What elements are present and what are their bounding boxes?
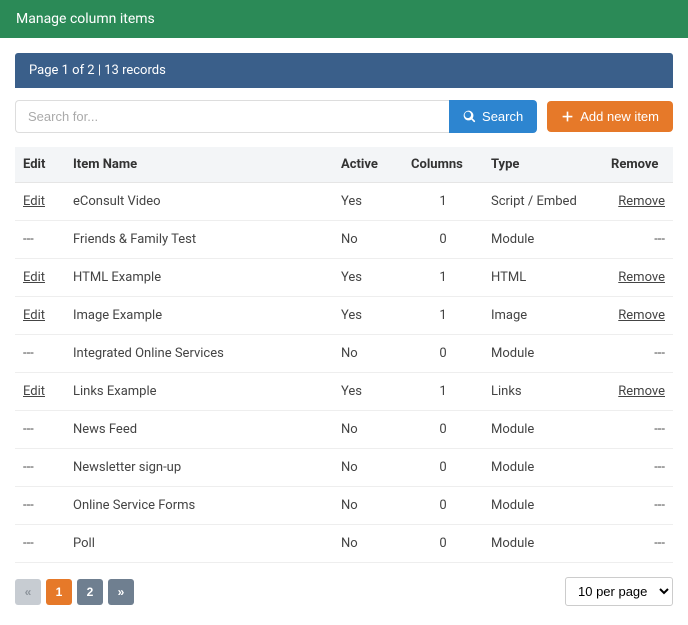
edit-cell-empty: ---: [15, 411, 65, 449]
search-group: Search: [15, 100, 537, 133]
item-name-cell: Newsletter sign-up: [65, 449, 333, 487]
col-header-edit: Edit: [15, 147, 65, 183]
columns-cell: 0: [403, 411, 483, 449]
remove-cell-empty: ---: [603, 221, 673, 259]
remove-link[interactable]: Remove: [618, 308, 665, 323]
columns-cell: 1: [403, 259, 483, 297]
edit-link[interactable]: Edit: [23, 270, 45, 285]
table-row: ---Newsletter sign-upNo0Module---: [15, 449, 673, 487]
table-row: ---News FeedNo0Module---: [15, 411, 673, 449]
active-cell: Yes: [333, 259, 403, 297]
col-header-type: Type: [483, 147, 603, 183]
col-header-active: Active: [333, 147, 403, 183]
type-cell: HTML: [483, 259, 603, 297]
item-name-cell: Image Example: [65, 297, 333, 335]
table-row: ---PollNo0Module---: [15, 525, 673, 563]
remove-cell-empty: ---: [603, 411, 673, 449]
col-header-name: Item Name: [65, 147, 333, 183]
columns-cell: 1: [403, 297, 483, 335]
edit-cell-empty: ---: [15, 487, 65, 525]
active-cell: No: [333, 449, 403, 487]
table-row: ---Online Service FormsNo0Module---: [15, 487, 673, 525]
pagination-page-2[interactable]: 2: [77, 579, 103, 605]
search-button-label: Search: [482, 109, 523, 124]
table-row: ---Friends & Family TestNo0Module---: [15, 221, 673, 259]
columns-cell: 1: [403, 373, 483, 411]
pagination-page-1[interactable]: 1: [46, 579, 72, 605]
columns-cell: 0: [403, 449, 483, 487]
active-cell: Yes: [333, 297, 403, 335]
columns-cell: 0: [403, 335, 483, 373]
remove-link[interactable]: Remove: [618, 270, 665, 285]
item-name-cell: Links Example: [65, 373, 333, 411]
pagination-prev: «: [15, 579, 41, 605]
pagination: «12»: [15, 579, 134, 605]
item-name-cell: Online Service Forms: [65, 487, 333, 525]
table-row: Edit Links ExampleYes1Links Remove: [15, 373, 673, 411]
columns-cell: 0: [403, 525, 483, 563]
table-row: ---Integrated Online ServicesNo0Module--…: [15, 335, 673, 373]
type-cell: Module: [483, 487, 603, 525]
table-row: Edit Image ExampleYes1Image Remove: [15, 297, 673, 335]
columns-cell: 0: [403, 221, 483, 259]
active-cell: No: [333, 335, 403, 373]
table-header-row: Edit Item Name Active Columns Type Remov…: [15, 147, 673, 183]
page-header: Manage column items: [0, 0, 688, 38]
search-icon: [463, 110, 476, 123]
columns-cell: 1: [403, 183, 483, 221]
active-cell: No: [333, 221, 403, 259]
remove-cell-empty: ---: [603, 449, 673, 487]
item-name-cell: Friends & Family Test: [65, 221, 333, 259]
items-table: Edit Item Name Active Columns Type Remov…: [15, 147, 673, 563]
records-summary-text: Page 1 of 2 | 13 records: [29, 63, 166, 78]
page-title: Manage column items: [16, 11, 155, 27]
type-cell: Module: [483, 411, 603, 449]
edit-cell-empty: ---: [15, 449, 65, 487]
per-page-select[interactable]: 10 per page: [565, 577, 673, 606]
edit-link[interactable]: Edit: [23, 194, 45, 209]
table-row: Edit HTML ExampleYes1HTML Remove: [15, 259, 673, 297]
plus-icon: [561, 110, 574, 123]
type-cell: Module: [483, 525, 603, 563]
add-button-label: Add new item: [580, 109, 659, 124]
table-footer: «12» 10 per page: [15, 563, 673, 610]
item-name-cell: Poll: [65, 525, 333, 563]
active-cell: Yes: [333, 183, 403, 221]
active-cell: No: [333, 525, 403, 563]
edit-link[interactable]: Edit: [23, 308, 45, 323]
remove-link[interactable]: Remove: [618, 384, 665, 399]
search-input[interactable]: [15, 100, 449, 133]
type-cell: Module: [483, 335, 603, 373]
columns-cell: 0: [403, 487, 483, 525]
edit-link[interactable]: Edit: [23, 384, 45, 399]
type-cell: Module: [483, 221, 603, 259]
records-summary: Page 1 of 2 | 13 records: [15, 53, 673, 88]
remove-cell-empty: ---: [603, 487, 673, 525]
item-name-cell: eConsult Video: [65, 183, 333, 221]
remove-link[interactable]: Remove: [618, 194, 665, 209]
add-new-item-button[interactable]: Add new item: [547, 101, 673, 132]
type-cell: Script / Embed: [483, 183, 603, 221]
active-cell: No: [333, 411, 403, 449]
remove-cell-empty: ---: [603, 335, 673, 373]
item-name-cell: News Feed: [65, 411, 333, 449]
type-cell: Module: [483, 449, 603, 487]
toolbar: Search Add new item: [15, 88, 673, 147]
active-cell: Yes: [333, 373, 403, 411]
col-header-remove: Remove: [603, 147, 673, 183]
col-header-columns: Columns: [403, 147, 483, 183]
remove-cell-empty: ---: [603, 525, 673, 563]
edit-cell-empty: ---: [15, 221, 65, 259]
type-cell: Links: [483, 373, 603, 411]
pagination-next[interactable]: »: [108, 579, 134, 605]
item-name-cell: Integrated Online Services: [65, 335, 333, 373]
table-row: Edit eConsult VideoYes1Script / Embed Remo…: [15, 183, 673, 221]
active-cell: No: [333, 487, 403, 525]
item-name-cell: HTML Example: [65, 259, 333, 297]
search-button[interactable]: Search: [449, 100, 537, 133]
edit-cell-empty: ---: [15, 335, 65, 373]
edit-cell-empty: ---: [15, 525, 65, 563]
type-cell: Image: [483, 297, 603, 335]
